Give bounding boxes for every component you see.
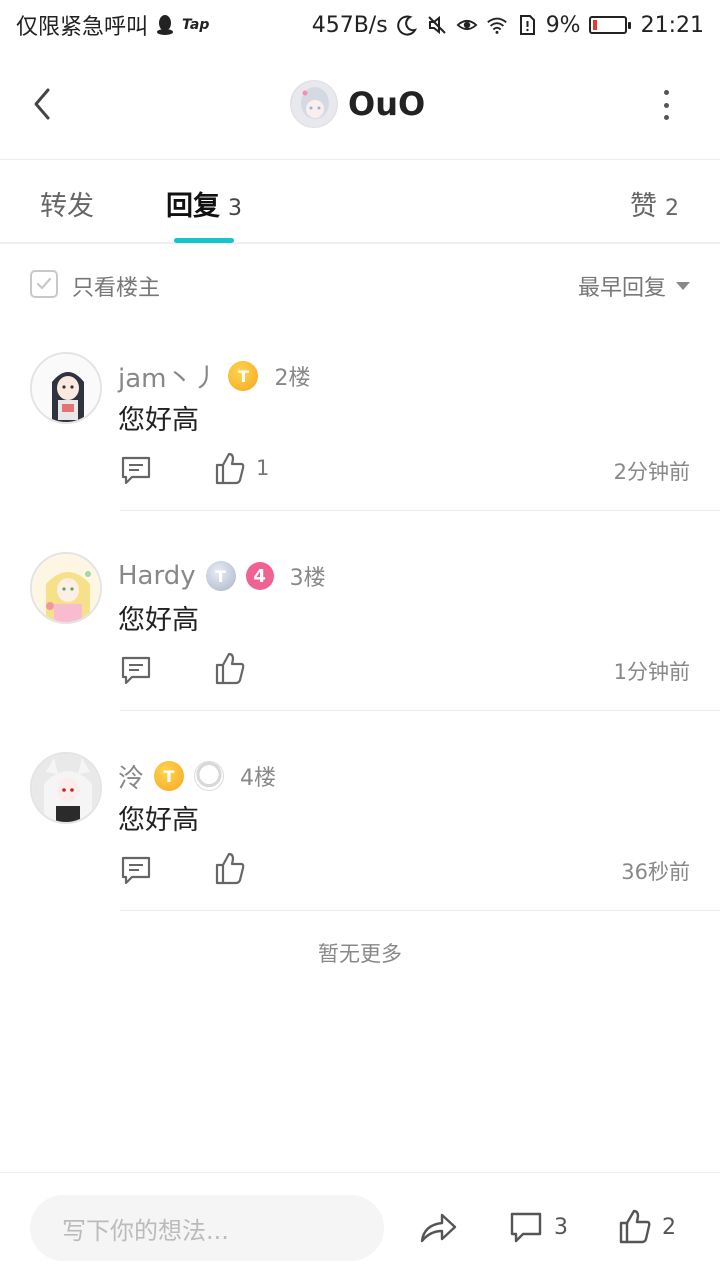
mute-icon	[426, 14, 448, 36]
tab-count: 3	[228, 196, 242, 221]
wifi-icon	[486, 14, 508, 36]
thumbs-up-icon	[619, 1209, 651, 1244]
tab-count: 2	[665, 196, 679, 221]
back-icon	[34, 88, 50, 120]
sort-label: 最早回复	[577, 276, 666, 301]
tab-replies[interactable]: 回复 3	[166, 184, 242, 223]
tab-label: 赞	[630, 191, 657, 222]
more-icon	[663, 90, 669, 95]
page-title: OuO	[348, 85, 426, 123]
app-tag: Tap	[182, 17, 210, 33]
divider	[120, 910, 720, 911]
reply-content: 您好高	[118, 805, 199, 836]
floor-number: 2楼	[274, 366, 311, 391]
net-speed: 457B/s	[311, 12, 388, 38]
filter-row: 只看楼主 最早回复	[0, 244, 720, 324]
reply-actions: 1分钟前	[118, 648, 690, 692]
share-icon	[420, 1213, 457, 1243]
tab-label: 转发	[40, 191, 94, 222]
bottom-bar: 写下你的想法... 3 2	[0, 1172, 720, 1280]
user-avatar[interactable]	[30, 552, 102, 624]
reply-time: 2分钟前	[613, 460, 690, 484]
reply-meta: Hardy T 4 3楼	[118, 558, 326, 594]
reply-like-button[interactable]	[214, 650, 246, 686]
reply-item: 泠 T 4楼 您好高 36秒前	[0, 752, 720, 952]
more-icon-dot	[663, 102, 669, 108]
tab-likes[interactable]: 赞 2	[630, 184, 679, 223]
pet-badge-icon	[194, 761, 225, 791]
clock: 21:21	[640, 12, 704, 38]
comment-count: 3	[554, 1215, 568, 1240]
moon-icon	[396, 14, 418, 36]
reply-comment-button[interactable]	[118, 452, 154, 488]
thumbs-up-icon	[215, 452, 245, 485]
user-name[interactable]: jam丶丿	[118, 358, 218, 395]
comments-button[interactable]	[508, 1209, 544, 1245]
only-op-checkbox[interactable]	[30, 270, 58, 298]
carrier-text: 仅限紧急呼叫	[16, 15, 149, 40]
battery-icon	[588, 16, 631, 34]
like-count: 1	[256, 456, 270, 480]
reply-comment-button[interactable]	[118, 652, 154, 688]
thumbs-up-icon	[215, 652, 245, 685]
thumbs-up-icon	[215, 852, 245, 885]
level-badge: 4	[245, 562, 274, 590]
author-avatar[interactable]	[290, 80, 338, 128]
checkbox-icon	[36, 277, 52, 290]
badge-t-icon: T	[228, 361, 259, 391]
top-nav: OuO	[0, 50, 720, 160]
reply-content: 您好高	[118, 605, 199, 636]
caret-down-icon	[676, 282, 690, 290]
status-bar: 仅限紧急呼叫 Tap 457B/s 9% 21:21	[0, 0, 720, 50]
badge-t-icon: T	[154, 761, 185, 791]
comment-icon	[121, 456, 151, 485]
reply-content: 您好高	[118, 405, 199, 436]
badge-t-icon: T	[205, 561, 236, 591]
user-avatar[interactable]	[30, 752, 102, 824]
share-button[interactable]	[418, 1209, 458, 1247]
comment-icon	[121, 656, 151, 685]
eye-icon	[456, 14, 478, 36]
reply-time: 36秒前	[621, 860, 690, 884]
qq-icon	[154, 14, 176, 36]
reply-item: Hardy T 4 3楼 您好高 1分钟前	[0, 552, 720, 752]
divider	[120, 710, 720, 711]
post-author[interactable]: OuO	[290, 80, 425, 128]
tab-bar: 转发 回复 3 赞 2	[0, 160, 720, 244]
more-button[interactable]	[658, 90, 674, 120]
reply-like-button[interactable]	[214, 850, 246, 886]
reply-meta: 泠 T 4楼	[118, 758, 276, 794]
like-button[interactable]	[618, 1207, 652, 1245]
user-name[interactable]: Hardy	[118, 561, 196, 591]
tab-repost[interactable]: 转发	[40, 184, 94, 223]
sim-alert-icon	[516, 14, 538, 36]
reply-like-button[interactable]	[214, 450, 246, 486]
more-icon-dot	[663, 115, 669, 120]
no-more-label: 暂无更多	[318, 942, 402, 966]
reply-comment-button[interactable]	[118, 852, 154, 888]
comment-icon	[121, 856, 151, 885]
reply-actions: 36秒前	[118, 848, 690, 892]
floor-number: 4楼	[240, 766, 277, 791]
reply-item: jam丶丿 T 2楼 您好高 1 2分钟前	[0, 352, 720, 552]
back-button[interactable]	[28, 84, 58, 124]
like-count: 2	[662, 1215, 676, 1240]
reply-meta: jam丶丿 T 2楼	[118, 358, 310, 394]
comment-input[interactable]: 写下你的想法...	[30, 1195, 384, 1261]
sort-dropdown[interactable]: 最早回复	[578, 270, 690, 302]
divider	[120, 510, 720, 511]
active-tab-indicator	[174, 238, 234, 243]
reply-actions: 1 2分钟前	[118, 448, 690, 492]
reply-time: 1分钟前	[613, 660, 690, 684]
comment-icon	[510, 1212, 542, 1243]
floor-number: 3楼	[289, 566, 326, 591]
user-name[interactable]: 泠	[118, 758, 144, 795]
only-op-label[interactable]: 只看楼主	[72, 270, 160, 302]
tab-label: 回复	[166, 191, 220, 222]
user-avatar[interactable]	[30, 352, 102, 424]
battery-percent: 9%	[545, 12, 581, 38]
